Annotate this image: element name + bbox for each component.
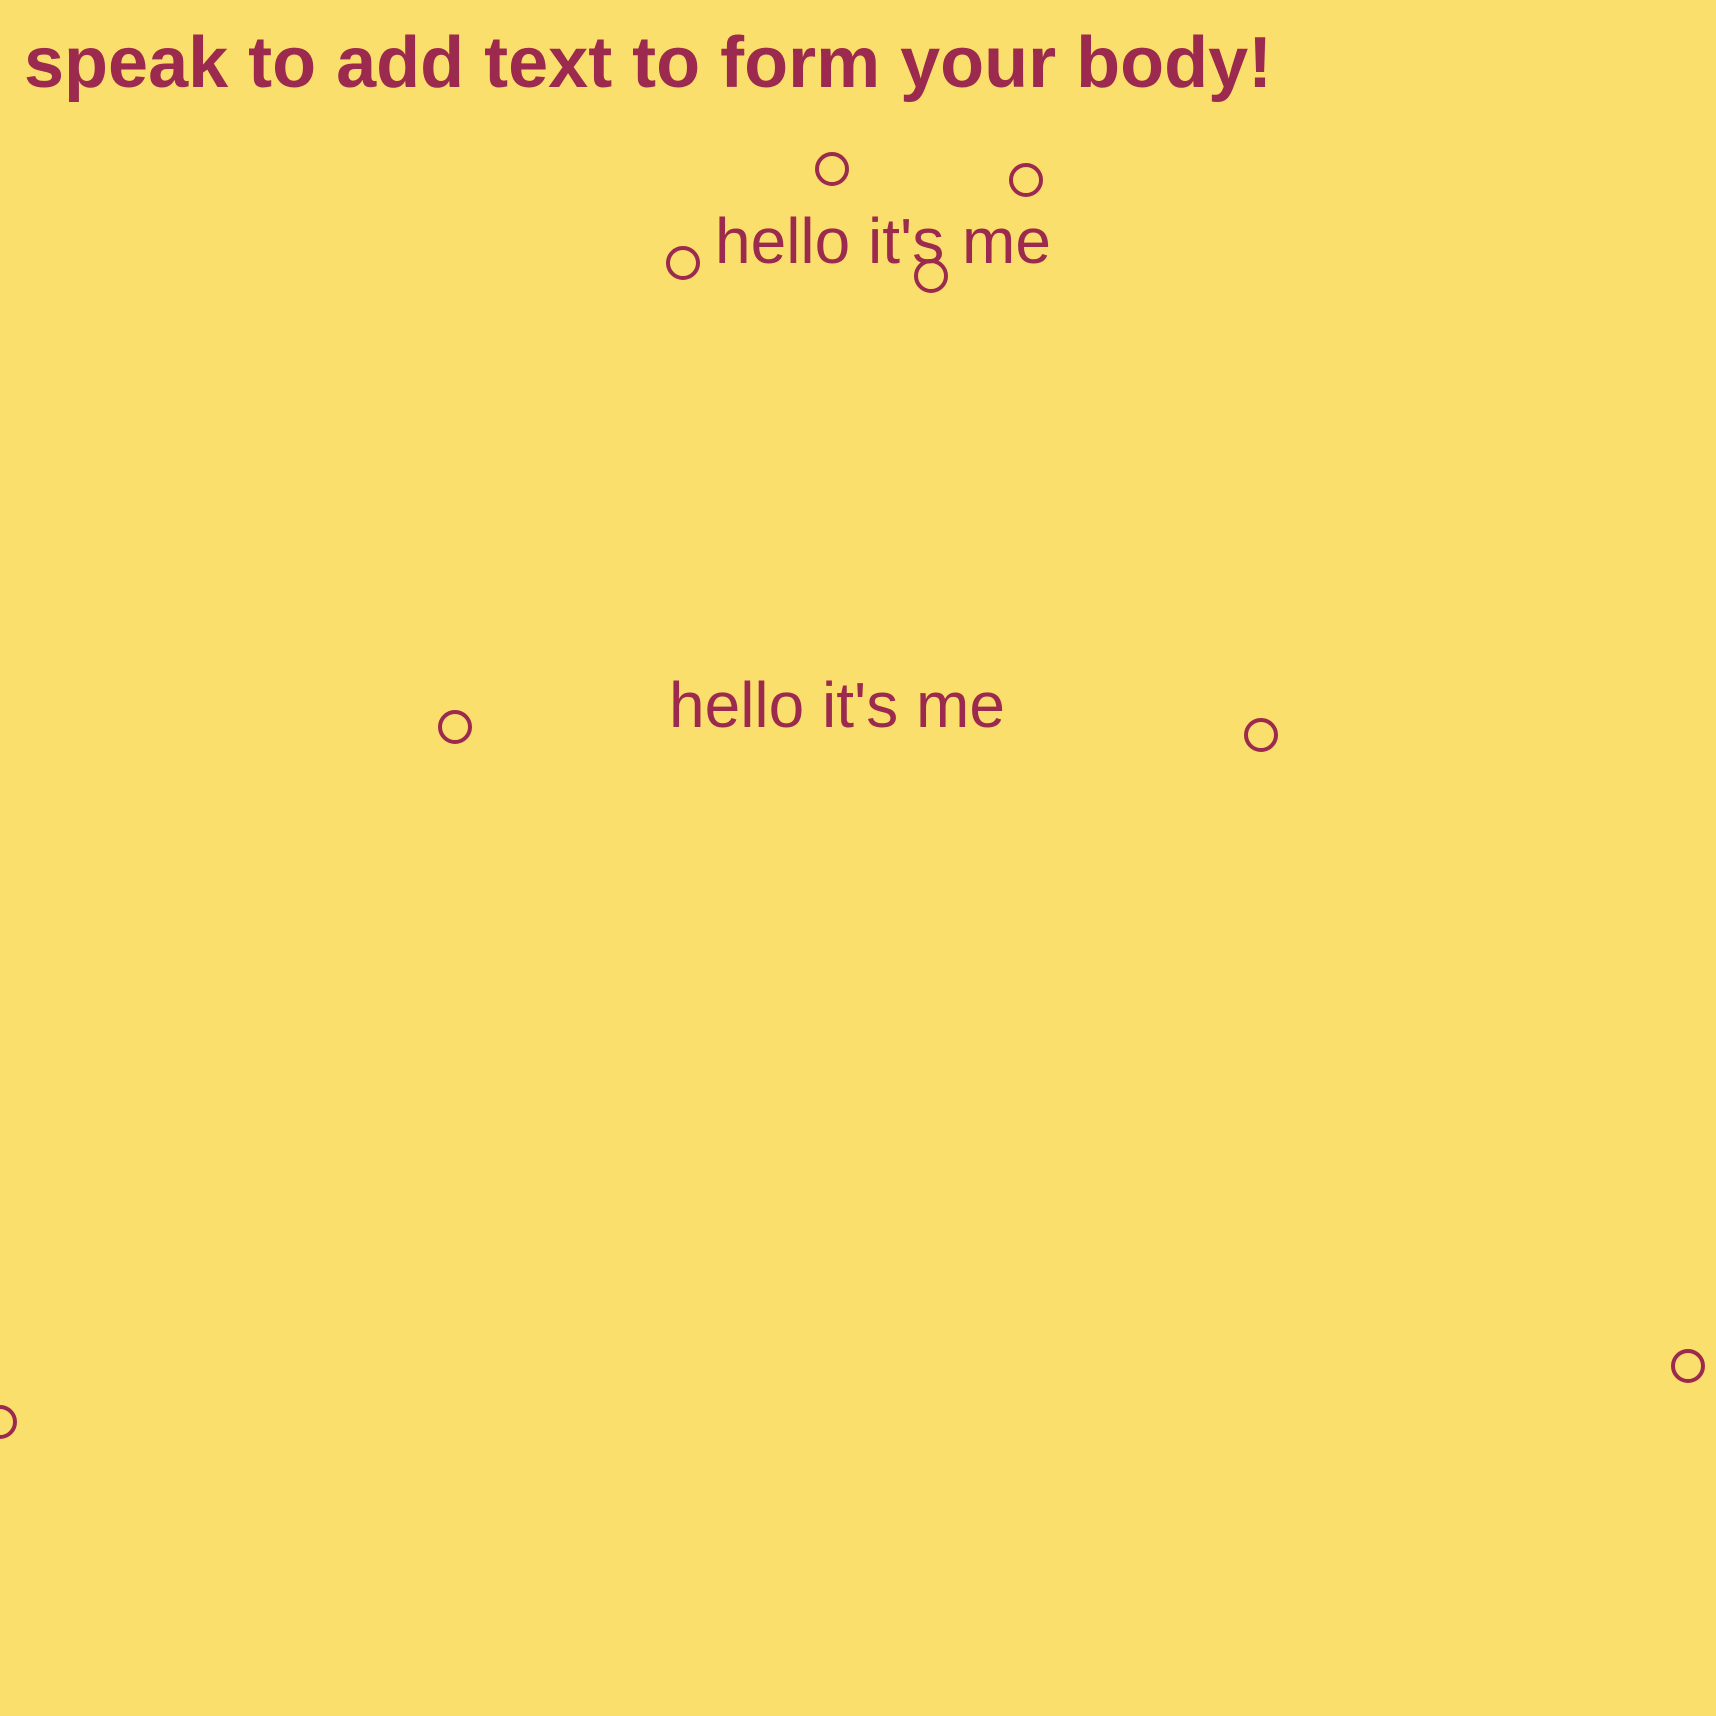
circle-node-icon [438, 710, 472, 744]
circle-node-icon [1244, 718, 1278, 752]
sketch-canvas[interactable]: speak to add text to form your body! hel… [0, 0, 1716, 1716]
circle-node-icon [1009, 163, 1043, 197]
circle-node-icon [666, 246, 700, 280]
circle-node-icon [815, 152, 849, 186]
circle-node-icon [1671, 1349, 1705, 1383]
spoken-text-head: hello it's me [715, 205, 1051, 277]
instruction-text: speak to add text to form your body! [24, 23, 1273, 103]
circle-node-icon [914, 259, 948, 293]
spoken-text-body: hello it's me [669, 669, 1005, 741]
circle-node-icon [0, 1405, 17, 1439]
